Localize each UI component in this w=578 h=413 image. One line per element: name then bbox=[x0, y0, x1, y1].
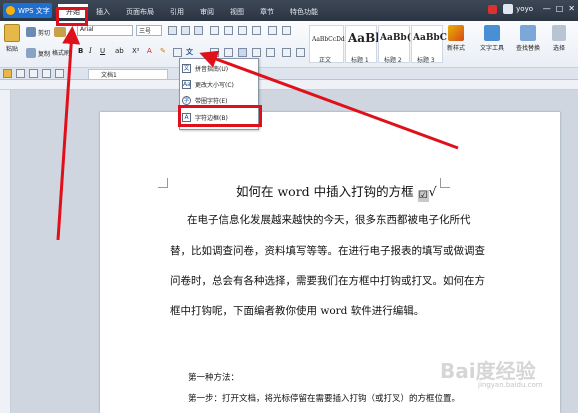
arrow-to-dropdown bbox=[199, 50, 459, 150]
watermark-url: jingyan.baidu.com bbox=[478, 381, 543, 389]
annotation-arrows bbox=[56, 26, 459, 241]
baidu-watermark-logo: Bai度经验 bbox=[440, 359, 536, 383]
arrow-to-home-tab bbox=[56, 26, 81, 241]
